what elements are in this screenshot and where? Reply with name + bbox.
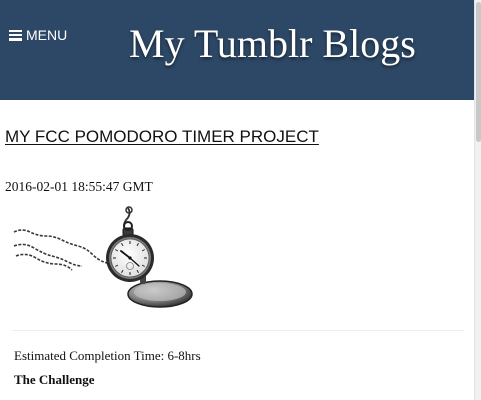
hamburger-icon: [9, 29, 22, 41]
crown-chain: [123, 206, 133, 231]
site-header: MENU My Tumblr Blogs: [0, 0, 474, 100]
scrollbar-thumb[interactable]: [476, 2, 481, 142]
post-title-link[interactable]: MY FCC POMODORO TIMER PROJECT: [5, 127, 319, 147]
scrollbar[interactable]: [474, 0, 481, 400]
site-title[interactable]: My Tumblr Blogs: [129, 20, 416, 67]
divider: [12, 330, 464, 331]
menu-button[interactable]: MENU: [9, 26, 67, 44]
estimated-completion-text: Estimated Completion Time: 6-8hrs: [14, 348, 201, 363]
pocket-watch-illustration: [13, 206, 193, 308]
menu-label: MENU: [26, 27, 68, 43]
challenge-heading: The Challenge: [14, 372, 95, 387]
post-date: 2016-02-01 18:55:47 GMT: [5, 179, 153, 194]
pocket-watch-image: [12, 206, 197, 311]
chain: [13, 229, 119, 271]
